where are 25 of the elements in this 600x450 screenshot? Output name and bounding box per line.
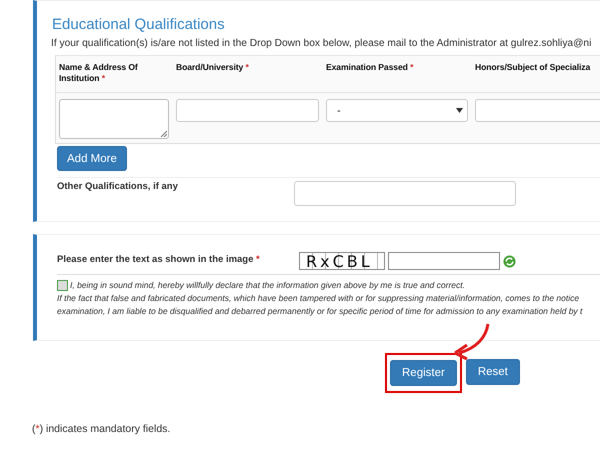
field-label: Other Qualifications, if any (57, 181, 179, 192)
register-button[interactable]: Register (390, 360, 457, 386)
column-header: Board/University * (176, 62, 250, 74)
dropdown[interactable]: - (326, 99, 468, 122)
refresh-icon[interactable] (503, 254, 516, 268)
field-label: Please enter the text as shown in the image * (57, 253, 261, 265)
input-field[interactable] (294, 181, 516, 206)
text-area[interactable] (59, 99, 169, 139)
add-more-button[interactable]: Add More (57, 146, 127, 171)
resize-grip-icon (160, 130, 167, 137)
reset-button[interactable]: Reset (466, 359, 520, 385)
section-title: Educational Qualifications (52, 16, 226, 33)
column-header: Name & Address Of Institution * (59, 62, 139, 85)
input-field[interactable] (388, 252, 500, 270)
column-header: Examination Passed * (326, 62, 414, 74)
declaration-text: I, being in sound mind, hereby willfully declare that the information given above by me is true and correct. (70, 279, 465, 292)
input-field[interactable] (176, 99, 319, 122)
declaration-text: If the fact that false and fabricated documents, which have been tampered with or for suppressing material/information, comes to the notice (57, 292, 580, 305)
checkbox[interactable] (57, 280, 68, 291)
instruction-text: If your qualification(s) is/are not listed in the Drop Down box below, please mail to the Administrator at gulrez.sohliya@ni (51, 38, 592, 49)
caret-icon (456, 108, 463, 113)
column-header: Honors/Subject of Specializa (475, 62, 592, 74)
captcha-image: RxCBL (299, 252, 385, 270)
declaration-text: examination, I am liable to be disqualified and debarred permanently or for specific period of time for admission to any examination held by t (57, 305, 582, 318)
footer-text: (*) indicates mandatory fields. (32, 423, 172, 435)
